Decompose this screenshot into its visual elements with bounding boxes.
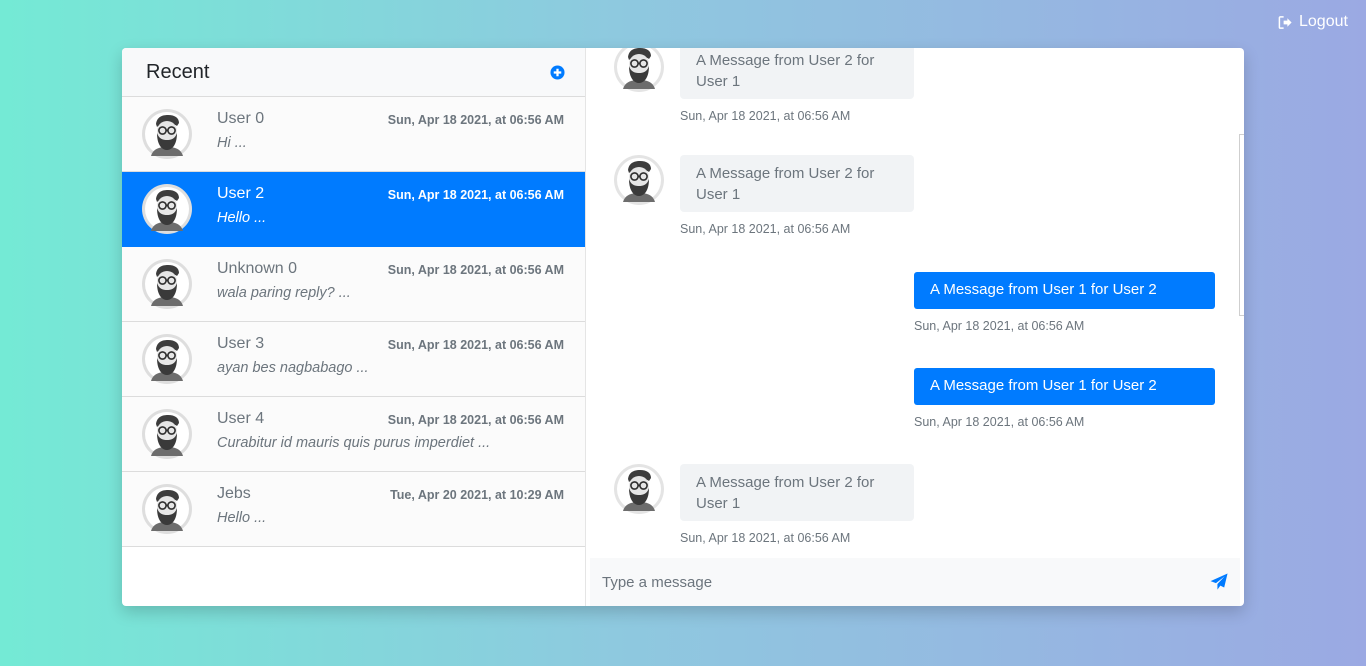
avatar (142, 409, 192, 459)
conversation-name: User 4 (217, 410, 265, 427)
conversation-time: Sun, Apr 18 2021, at 06:56 AM (387, 188, 564, 202)
sidebar: Recent User 0 Sun, Apr 18 2021, at 06:56 … (122, 48, 586, 606)
conversation-list: User 0 Sun, Apr 18 2021, at 06:56 AM Hi ..… (122, 97, 585, 547)
avatar (142, 259, 192, 309)
conversation-item[interactable]: User 4 Sun, Apr 18 2021, at 06:56 AM Curab… (122, 397, 585, 472)
conversation-name: Jebs (217, 485, 251, 502)
paper-plane-icon[interactable] (1210, 573, 1228, 591)
logout-label: Logout (1299, 13, 1348, 30)
avatar (142, 184, 192, 234)
message-input[interactable] (602, 573, 1210, 591)
conversation-item[interactable]: User 3 Sun, Apr 18 2021, at 06:56 AM ayan … (122, 322, 585, 397)
conversation-name: User 3 (217, 335, 265, 352)
logout-button[interactable]: Logout (1278, 13, 1348, 31)
conversation-item[interactable]: Unknown 0 Sun, Apr 18 2021, at 06:56 AM wa… (122, 247, 585, 322)
conversation-name: User 0 (217, 110, 265, 127)
message-list[interactable]: A Message from User 2 for User 1 Sun, Apr… (586, 48, 1244, 558)
message-bubble: A Message from User 2 for User 1 (680, 155, 914, 212)
conversation-preview: wala paring reply? ... (217, 285, 351, 301)
plus-circle-icon[interactable] (550, 64, 565, 80)
conversation-time: Sun, Apr 18 2021, at 06:56 AM (387, 113, 564, 127)
sidebar-title: Recent (146, 60, 210, 83)
conversation-preview: ayan bes nagbabago ... (217, 360, 369, 376)
avatar (142, 334, 192, 384)
message-bubble: A Message from User 2 for User 1 (680, 48, 914, 99)
conversation-time: Tue, Apr 20 2021, at 10:29 AM (390, 488, 564, 502)
composer (590, 558, 1240, 606)
avatar (142, 484, 192, 534)
conversation-time: Sun, Apr 18 2021, at 06:56 AM (387, 338, 564, 352)
conversation-preview: Curabitur id mauris quis purus imperdiet… (217, 435, 491, 451)
avatar (614, 48, 664, 92)
conversation-time: Sun, Apr 18 2021, at 06:56 AM (387, 263, 564, 277)
message-scrollbar[interactable] (1239, 134, 1244, 316)
message-bubble: A Message from User 1 for User 2 (914, 272, 1215, 309)
conversation-name: Unknown 0 (217, 260, 298, 277)
conversation-preview: Hi ... (217, 135, 247, 151)
message-timestamp: Sun, Apr 18 2021, at 06:56 AM (914, 415, 1085, 429)
chat-card: Recent User 0 Sun, Apr 18 2021, at 06:56 … (122, 48, 1244, 606)
message-timestamp: Sun, Apr 18 2021, at 06:56 AM (680, 109, 851, 123)
message-bubble: A Message from User 2 for User 1 (680, 464, 914, 521)
conversation-time: Sun, Apr 18 2021, at 06:56 AM (387, 413, 564, 427)
conversation-name: User 2 (217, 185, 265, 202)
conversation-preview: Hello ... (217, 510, 267, 526)
conversation-item[interactable]: Jebs Tue, Apr 20 2021, at 10:29 AM Hello .… (122, 472, 585, 547)
message-bubble: A Message from User 1 for User 2 (914, 368, 1215, 405)
conversation-item[interactable]: User 2 Sun, Apr 18 2021, at 06:56 AM Hello… (122, 172, 585, 247)
avatar (614, 155, 664, 205)
message-timestamp: Sun, Apr 18 2021, at 06:56 AM (680, 222, 851, 236)
sidebar-header: Recent (122, 48, 585, 97)
avatar (614, 464, 664, 514)
chat-pane: A Message from User 2 for User 1 Sun, Apr… (586, 48, 1244, 606)
avatar (142, 109, 192, 159)
message-timestamp: Sun, Apr 18 2021, at 06:56 AM (680, 531, 851, 545)
message-timestamp: Sun, Apr 18 2021, at 06:56 AM (914, 319, 1085, 333)
conversation-preview: Hello ... (217, 210, 267, 226)
conversation-item[interactable]: User 0 Sun, Apr 18 2021, at 06:56 AM Hi ..… (122, 97, 585, 172)
sign-out-icon (1278, 15, 1292, 29)
